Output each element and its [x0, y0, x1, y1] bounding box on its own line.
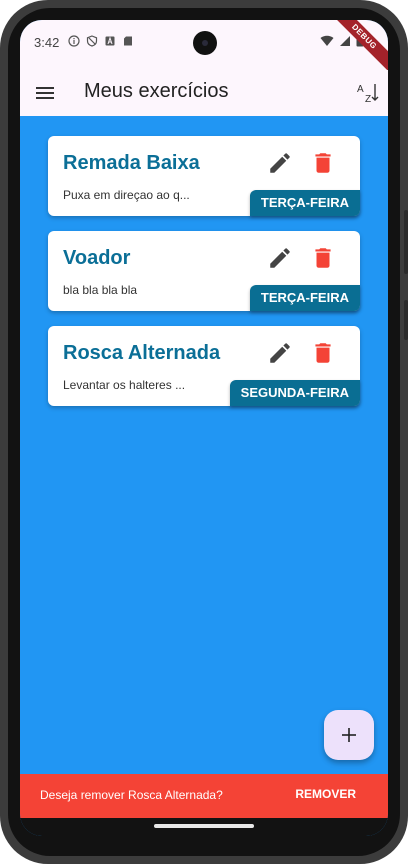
day-badge: TERÇA-FEIRA [249, 285, 360, 311]
sd-card-icon [124, 36, 132, 46]
status-icons-left [68, 35, 134, 47]
sort-alpha-icon[interactable]: A Z [354, 80, 380, 106]
day-badge: SEGUNDA-FEIRA [229, 380, 360, 406]
exercise-list: Remada Baixa Puxa em direçao ao q... TER… [20, 116, 388, 774]
status-bar: 3:42 DEBUG [20, 20, 388, 78]
home-indicator[interactable] [154, 824, 254, 828]
edit-icon[interactable] [267, 340, 293, 366]
menu-icon[interactable] [34, 82, 56, 104]
plus-icon [342, 728, 356, 742]
exercise-description: bla bla bla bla [63, 283, 138, 297]
snackbar-message: Deseja remover Rosca Alternada? [40, 788, 223, 802]
front-camera [193, 31, 217, 55]
delete-icon[interactable] [310, 150, 336, 176]
exercise-title: Voador [63, 247, 131, 269]
add-exercise-button[interactable] [324, 710, 374, 760]
exercise-card[interactable]: Remada Baixa Puxa em direçao ao q... TER… [48, 136, 360, 216]
snackbar: Deseja remover Rosca Alternada? REMOVER [20, 774, 388, 818]
wifi-icon [320, 35, 334, 46]
info-icon [68, 35, 80, 47]
volume-button [404, 210, 408, 274]
power-button [404, 300, 408, 340]
exercise-card[interactable]: Rosca Alternada Levantar os halteres ...… [48, 326, 360, 406]
svg-text:Z: Z [365, 94, 371, 105]
page-title: Meus exercícios [84, 80, 229, 102]
signal-icon [340, 35, 350, 46]
exercise-title: Remada Baixa [63, 152, 200, 174]
edit-icon[interactable] [267, 245, 293, 271]
debug-banner: DEBUG [323, 20, 388, 78]
exercise-card[interactable]: Voador bla bla bla bla TERÇA-FEIRA [48, 231, 360, 311]
svg-text:A: A [357, 84, 364, 95]
exercise-description: Puxa em direçao ao q... [63, 188, 190, 202]
screen: 3:42 DEBUG Meus exercícios A Z Remada Ba… [20, 20, 388, 836]
day-badge: TERÇA-FEIRA [249, 190, 360, 216]
shield-icon [86, 35, 98, 47]
app-bar: Meus exercícios A Z [20, 70, 388, 116]
edit-icon[interactable] [267, 150, 293, 176]
a-badge-icon [105, 36, 115, 46]
device-frame: 3:42 DEBUG Meus exercícios A Z Remada Ba… [0, 0, 408, 864]
delete-icon[interactable] [310, 340, 336, 366]
navigation-bar [20, 818, 388, 836]
exercise-description: Levantar os halteres ... [63, 378, 186, 392]
status-time: 3:42 [34, 35, 60, 50]
exercise-title: Rosca Alternada [63, 342, 221, 364]
delete-icon[interactable] [310, 245, 336, 271]
remove-button[interactable]: REMOVER [295, 787, 356, 801]
